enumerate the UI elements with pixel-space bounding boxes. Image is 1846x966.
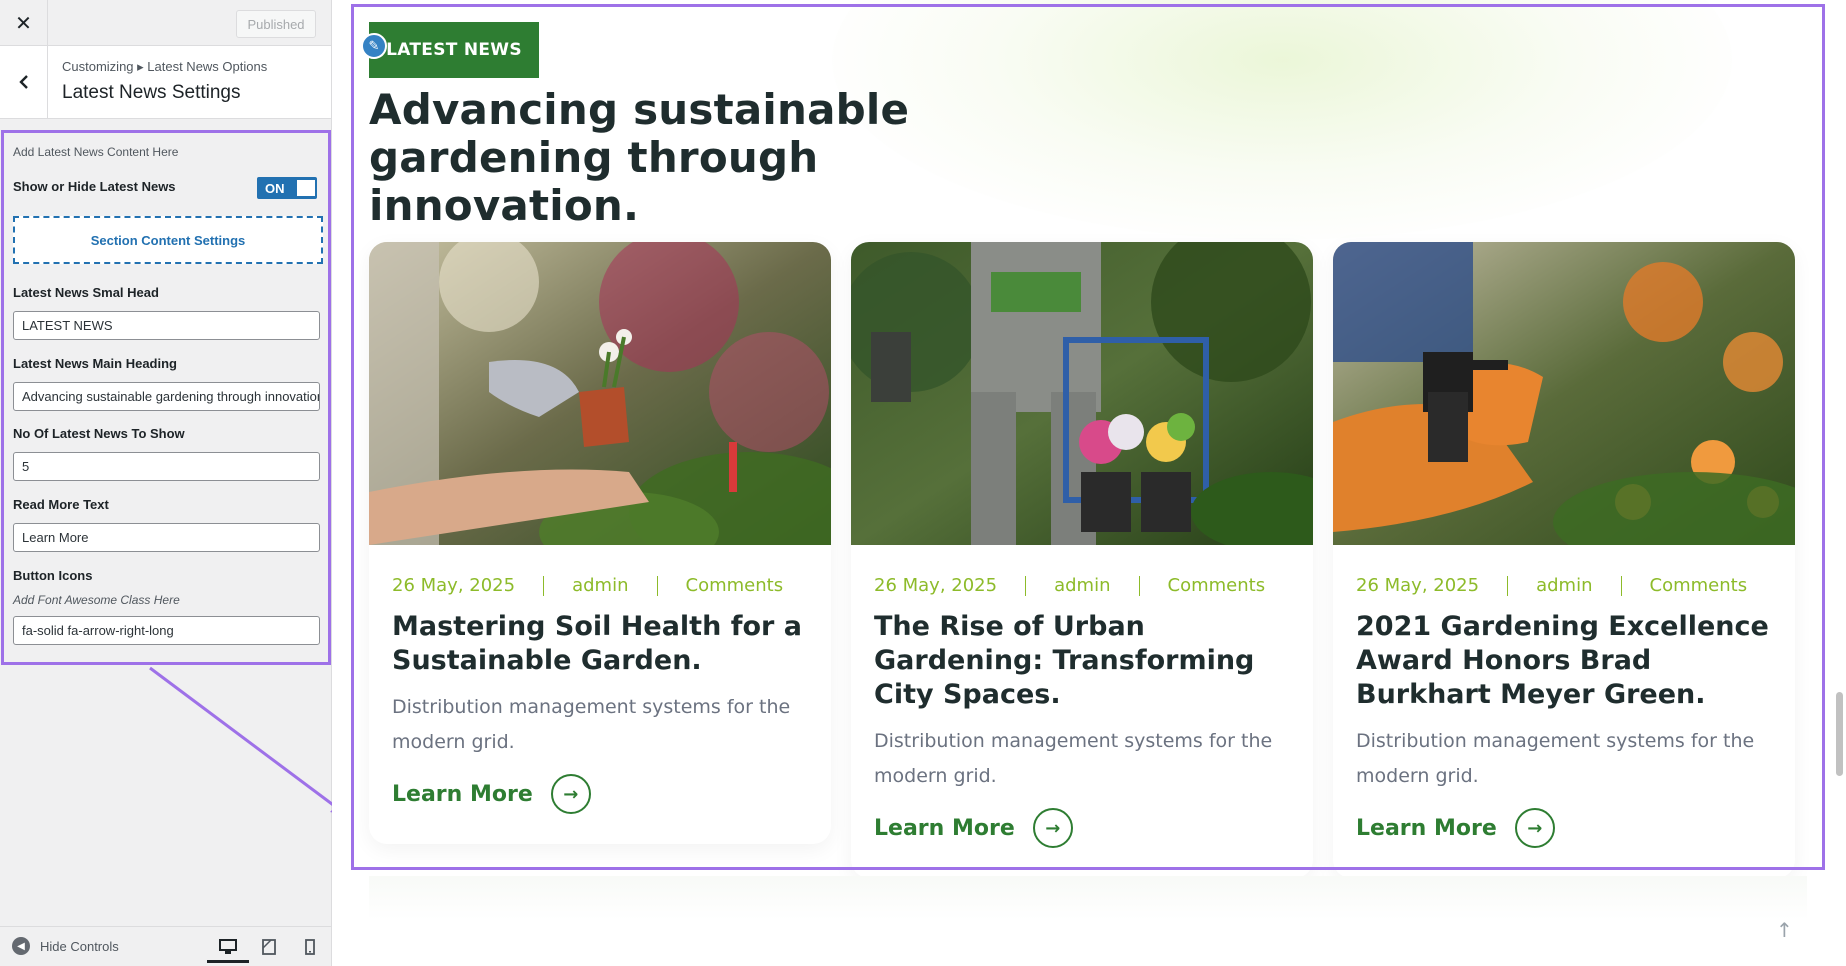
collapse-icon: ◀ [12, 937, 30, 955]
hide-controls-button[interactable]: ◀ Hide Controls [12, 937, 119, 955]
read-more-label: Read More Text [13, 497, 109, 512]
close-button[interactable]: ✕ [0, 0, 48, 46]
customizer-sidebar: ✕ Published Customizing ▸ Latest News Op… [0, 0, 332, 966]
show-hide-label: Show or Hide Latest News [13, 179, 176, 194]
scroll-to-top-icon[interactable]: ↑ [1776, 918, 1793, 942]
controls-panel: Add Latest News Content Here Show or Hid… [1, 130, 331, 665]
section-bottom-shade [369, 876, 1807, 920]
chevron-left-icon [18, 75, 28, 89]
small-head-input[interactable]: LATEST NEWS [13, 311, 320, 340]
scrollbar-thumb[interactable] [1836, 692, 1843, 776]
tablet-preview-button[interactable] [258, 937, 280, 957]
annotation-arrow [149, 666, 349, 818]
back-button[interactable] [0, 46, 48, 118]
selected-section-outline: ✎ [351, 4, 1825, 870]
mobile-preview-button[interactable] [299, 937, 321, 957]
button-icons-hint: Add Font Awesome Class Here [13, 593, 180, 607]
preview-scrollbar[interactable] [1832, 0, 1846, 966]
published-button[interactable]: Published [236, 10, 316, 38]
content-note: Add Latest News Content Here [13, 145, 179, 159]
edit-shortcut-pencil-icon[interactable]: ✎ [361, 33, 387, 59]
close-icon: ✕ [15, 11, 32, 35]
section-content-settings-button[interactable]: Section Content Settings [13, 216, 323, 264]
desktop-preview-button[interactable] [207, 933, 249, 963]
button-icons-label: Button Icons [13, 568, 93, 583]
show-hide-toggle[interactable]: ON [257, 177, 317, 199]
breadcrumb: Customizing ▸ Latest News Options [62, 59, 268, 74]
main-heading-input[interactable]: Advancing sustainable gardening through … [13, 382, 320, 411]
customizer-header: ✕ Published [0, 0, 331, 46]
toggle-knob [297, 180, 315, 196]
desktop-icon [219, 938, 237, 954]
count-input[interactable]: 5 [13, 452, 320, 481]
hide-controls-label: Hide Controls [40, 938, 119, 954]
customizer-footer: ◀ Hide Controls [0, 926, 331, 966]
mobile-icon [305, 939, 315, 955]
toggle-state: ON [265, 180, 285, 196]
main-heading-label: Latest News Main Heading [13, 356, 177, 371]
count-label: No Of Latest News To Show [13, 426, 185, 441]
section-header: Customizing ▸ Latest News Options Latest… [0, 46, 331, 119]
small-head-label: Latest News Smal Head [13, 285, 159, 300]
read-more-input[interactable]: Learn More [13, 523, 320, 552]
tablet-icon [262, 939, 276, 955]
site-preview: LATEST NEWS Advancing sustainable garden… [332, 0, 1846, 966]
section-title: Latest News Settings [62, 82, 241, 103]
button-icons-input[interactable]: fa-solid fa-arrow-right-long [13, 616, 320, 645]
